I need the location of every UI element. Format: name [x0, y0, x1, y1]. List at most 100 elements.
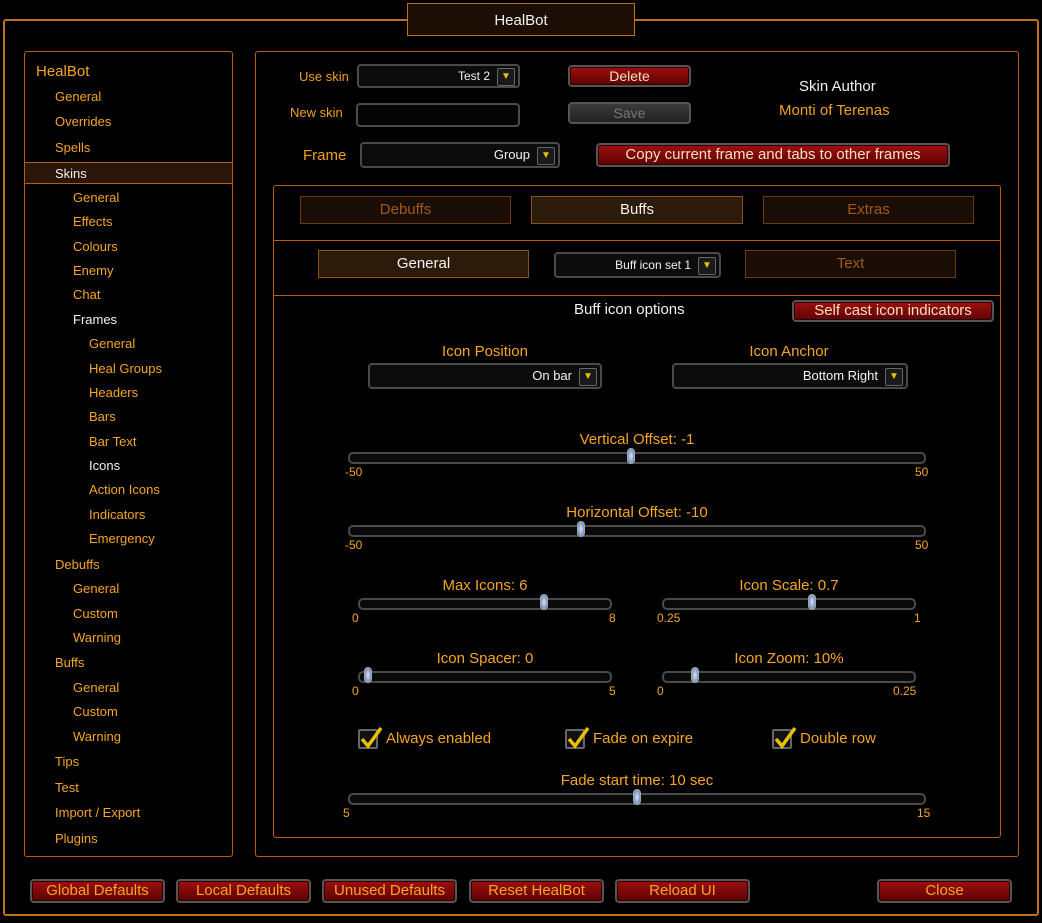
reload-ui-button[interactable]: Reload UI	[615, 879, 750, 903]
reset-healbot-button[interactable]: Reset HealBot	[469, 879, 604, 903]
sidebar-item-general[interactable]: General	[55, 89, 101, 104]
icon-scale-max: 1	[914, 611, 921, 625]
sidebar-item-bar-text[interactable]: Bar Text	[89, 434, 136, 449]
slider-thumb[interactable]	[539, 594, 548, 610]
sidebar-item-chat[interactable]: Chat	[73, 287, 100, 302]
sidebar-item-debuffs-warning[interactable]: Warning	[73, 630, 121, 645]
chevron-down-icon[interactable]: ▼	[537, 147, 555, 165]
frame-dropdown[interactable]: Group ▼	[360, 142, 560, 168]
slider-thumb[interactable]	[633, 789, 641, 805]
icon-position-dropdown[interactable]: On bar ▼	[368, 363, 602, 389]
sidebar-item-skins[interactable]: Skins	[55, 166, 87, 181]
sidebar-item-plugins[interactable]: Plugins	[55, 831, 98, 846]
double-row-checkbox[interactable]	[772, 726, 797, 749]
sidebar-item-spells[interactable]: Spells	[55, 140, 90, 155]
fade-start-label: Fade start time: 10 sec	[560, 772, 714, 789]
sidebar-item-emergency[interactable]: Emergency	[89, 531, 155, 546]
icon-set-dropdown[interactable]: Buff icon set 1 ▼	[554, 252, 721, 278]
copy-frame-button[interactable]: Copy current frame and tabs to other fra…	[596, 143, 950, 167]
delete-button[interactable]: Delete	[568, 65, 691, 87]
icon-position-label: Icon Position	[442, 343, 528, 360]
sidebar-item-debuffs[interactable]: Debuffs	[55, 557, 100, 572]
new-skin-input[interactable]	[356, 103, 520, 127]
fade-on-expire-checkbox[interactable]	[565, 726, 590, 749]
sidebar-item-frames[interactable]: Frames	[73, 312, 117, 327]
subtab-general[interactable]: General	[318, 250, 529, 278]
global-defaults-button[interactable]: Global Defaults	[30, 879, 165, 903]
tab-buffs[interactable]: Buffs	[531, 196, 743, 224]
chevron-down-icon[interactable]: ▼	[579, 368, 597, 386]
sidebar-item-buffs-general[interactable]: General	[73, 680, 119, 695]
sidebar-item-action-icons[interactable]: Action Icons	[89, 482, 160, 497]
sidebar-item-enemy[interactable]: Enemy	[73, 263, 113, 278]
horizontal-offset-max: 50	[915, 538, 929, 552]
sidebar-item-healbot[interactable]: HealBot	[36, 63, 89, 80]
use-skin-label: Use skin	[299, 69, 349, 84]
icon-zoom-slider[interactable]	[662, 667, 916, 683]
icon-spacer-label: Icon Spacer: 0	[436, 650, 534, 667]
chevron-down-icon[interactable]: ▼	[698, 257, 716, 275]
unused-defaults-button[interactable]: Unused Defaults	[322, 879, 457, 903]
sidebar-item-test[interactable]: Test	[55, 780, 79, 795]
icon-spacer-min: 0	[352, 684, 359, 698]
sidebar-item-buffs[interactable]: Buffs	[55, 655, 84, 670]
fade-start-slider[interactable]	[348, 789, 926, 805]
vertical-offset-slider[interactable]	[348, 448, 926, 464]
sidebar-item-headers[interactable]: Headers	[89, 385, 138, 400]
sidebar-item-bars[interactable]: Bars	[89, 409, 116, 424]
sidebar-item-buffs-custom[interactable]: Custom	[73, 704, 118, 719]
slider-thumb[interactable]	[364, 667, 372, 683]
horizontal-offset-slider[interactable]	[348, 521, 926, 537]
tab-extras[interactable]: Extras	[763, 196, 974, 224]
chevron-down-icon[interactable]: ▼	[885, 368, 903, 386]
skin-author-name: Monti of Terenas	[779, 102, 890, 119]
tab-debuffs[interactable]: Debuffs	[300, 196, 511, 224]
sidebar-item-heal-groups[interactable]: Heal Groups	[89, 361, 162, 376]
slider-thumb[interactable]	[691, 667, 700, 683]
sidebar-item-debuffs-custom[interactable]: Custom	[73, 606, 118, 621]
slider-thumb[interactable]	[577, 521, 586, 537]
use-skin-dropdown[interactable]: Test 2 ▼	[357, 64, 520, 88]
self-cast-indicators-button[interactable]: Self cast icon indicators	[792, 300, 994, 322]
icon-anchor-label: Icon Anchor	[749, 343, 829, 360]
fade-start-max: 15	[917, 806, 931, 820]
vertical-offset-min: -50	[345, 465, 363, 479]
save-button[interactable]: Save	[568, 102, 691, 124]
close-button[interactable]: Close	[877, 879, 1012, 903]
double-row-label: Double row	[800, 730, 876, 747]
slider-thumb[interactable]	[627, 448, 636, 464]
sidebar-item-tips[interactable]: Tips	[55, 754, 79, 769]
sidebar-item-debuffs-general[interactable]: General	[73, 581, 119, 596]
icon-zoom-min: 0	[657, 684, 664, 698]
always-enabled-checkbox[interactable]	[358, 726, 383, 749]
icon-spacer-slider[interactable]	[358, 667, 612, 683]
sidebar-item-buffs-warning[interactable]: Warning	[73, 729, 121, 744]
icon-scale-label: Icon Scale: 0.7	[739, 577, 839, 594]
icon-scale-min: 0.25	[657, 611, 681, 625]
icon-scale-slider[interactable]	[662, 594, 916, 610]
fade-start-min: 5	[343, 806, 350, 820]
icon-position-value: On bar	[532, 368, 572, 383]
sidebar-item-skins-general[interactable]: General	[73, 190, 119, 205]
sidebar-item-indicators[interactable]: Indicators	[89, 507, 145, 522]
slider-thumb[interactable]	[808, 594, 817, 610]
frame-value: Group	[493, 147, 530, 162]
checkmark-icon	[360, 726, 383, 749]
sidebar-item-import-export[interactable]: Import / Export	[55, 805, 140, 820]
max-icons-slider[interactable]	[358, 594, 612, 610]
local-defaults-button[interactable]: Local Defaults	[176, 879, 311, 903]
sidebar-item-overrides[interactable]: Overrides	[55, 114, 111, 129]
icon-set-value: Buff icon set 1	[615, 258, 691, 272]
options-heading: Buff icon options	[574, 301, 685, 318]
max-icons-label: Max Icons: 6	[442, 577, 528, 594]
sidebar-item-colours[interactable]: Colours	[73, 239, 118, 254]
use-skin-value: Test 2	[457, 69, 490, 83]
sidebar-item-frames-general[interactable]: General	[89, 336, 135, 351]
horizontal-offset-min: -50	[345, 538, 363, 552]
sidebar-item-effects[interactable]: Effects	[73, 214, 113, 229]
chevron-down-icon[interactable]: ▼	[497, 68, 515, 86]
max-icons-max: 8	[609, 611, 616, 625]
sidebar-item-icons[interactable]: Icons	[89, 458, 120, 473]
subtab-text[interactable]: Text	[745, 250, 956, 278]
icon-anchor-dropdown[interactable]: Bottom Right ▼	[672, 363, 908, 389]
